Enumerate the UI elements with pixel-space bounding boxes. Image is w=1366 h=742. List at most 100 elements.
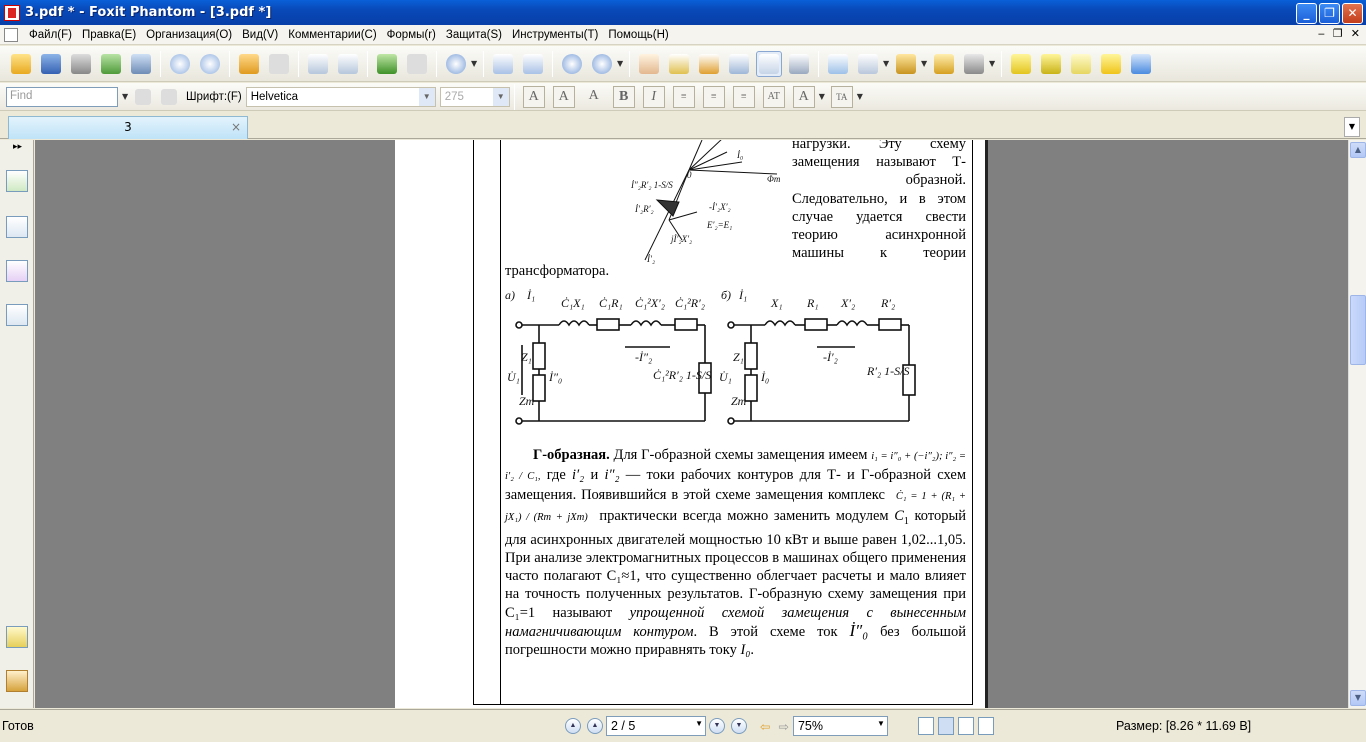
prev-page-icon[interactable]	[167, 51, 193, 77]
menu-edit[interactable]: Правка(E)	[77, 29, 141, 41]
edit-dropdown-icon[interactable]: ▼	[883, 59, 891, 68]
align-center-icon[interactable]: ≡	[702, 85, 725, 108]
rectangle-tool-icon[interactable]	[825, 51, 851, 77]
stamp-dropdown-icon[interactable]: ▼	[921, 59, 929, 68]
text-color-icon[interactable]: A	[522, 85, 545, 108]
close-button[interactable]: ✕	[1342, 3, 1363, 24]
save-icon[interactable]	[38, 51, 64, 77]
text-style-icon[interactable]: A	[583, 86, 605, 108]
scan-icon[interactable]	[128, 51, 154, 77]
doc-close-icon[interactable]: ✕	[1351, 27, 1360, 40]
zoom-tool-icon[interactable]	[443, 51, 469, 77]
note-icon[interactable]	[1098, 51, 1124, 77]
insert-page-icon[interactable]	[305, 51, 331, 77]
find-next-icon[interactable]	[158, 84, 180, 110]
continuous-view-icon[interactable]	[937, 717, 954, 735]
extract-page-icon[interactable]	[335, 51, 361, 77]
find-tool-icon[interactable]	[726, 51, 752, 77]
font-select[interactable]: Helvetica ▼	[245, 86, 436, 107]
last-page-icon[interactable]: ▼	[731, 718, 747, 734]
arrow-tool-icon[interactable]	[1128, 51, 1154, 77]
sign-icon[interactable]	[931, 51, 957, 77]
expand-panel-icon[interactable]: ▸▸	[13, 142, 22, 152]
maximize-button[interactable]: ❐	[1319, 3, 1340, 24]
text-bg-icon[interactable]: A	[552, 85, 575, 108]
stamp-icon[interactable]	[893, 51, 919, 77]
scroll-up-icon[interactable]: ▲	[1350, 142, 1366, 158]
line-spacing-dropdown-icon[interactable]: ▼	[857, 92, 865, 101]
tab-close-icon[interactable]: ×	[231, 117, 241, 137]
italic-icon[interactable]: I	[642, 85, 665, 108]
back-icon[interactable]	[236, 51, 262, 77]
typewriter-icon[interactable]	[756, 50, 782, 77]
find-input[interactable]: Find	[6, 86, 118, 107]
document-menu-icon[interactable]	[4, 27, 18, 42]
single-page-view-icon[interactable]	[917, 717, 934, 735]
menu-tools[interactable]: Инструменты(T)	[507, 29, 603, 41]
comments-icon[interactable]	[6, 626, 28, 648]
print-icon[interactable]	[68, 51, 94, 77]
facing-view-icon[interactable]	[957, 717, 974, 735]
menu-help[interactable]: Помощь(H)	[603, 29, 673, 41]
font-scale-dropdown-icon[interactable]: ▼	[819, 92, 827, 101]
font-size-select[interactable]: 275 ▼	[439, 86, 510, 107]
scroll-down-icon[interactable]: ▼	[1350, 690, 1366, 706]
menu-forms[interactable]: Формы(r)	[382, 29, 441, 41]
attachments-icon[interactable]	[6, 670, 28, 692]
email-icon[interactable]	[98, 51, 124, 77]
menu-comments[interactable]: Комментарии(C)	[283, 29, 381, 41]
history-back-icon[interactable]: ⇦	[760, 719, 770, 734]
menu-file[interactable]: Файл(F)	[24, 29, 77, 41]
highlight-icon[interactable]	[1008, 51, 1034, 77]
doc-minimize-icon[interactable]: ‒	[1318, 27, 1325, 40]
security-dropdown-icon[interactable]: ▼	[989, 59, 997, 68]
zoom-out-icon[interactable]	[559, 51, 585, 77]
prev-page-nav-icon[interactable]: ▲	[587, 718, 603, 734]
continuous-facing-view-icon[interactable]	[977, 717, 994, 735]
font-scale-icon[interactable]: A	[792, 85, 815, 108]
snapshot-icon[interactable]	[786, 51, 812, 77]
redo-icon[interactable]	[404, 51, 430, 77]
undo-icon[interactable]	[374, 51, 400, 77]
bold-icon[interactable]: B	[612, 85, 635, 108]
bookmarks-icon[interactable]	[6, 170, 28, 192]
next-page-icon[interactable]	[197, 51, 223, 77]
foxit-app-icon[interactable]	[4, 4, 20, 21]
layers-icon[interactable]	[6, 260, 28, 282]
forward-icon[interactable]	[266, 51, 292, 77]
minimize-button[interactable]: _	[1296, 3, 1317, 24]
char-spacing-icon[interactable]: AT	[762, 85, 785, 108]
menu-protect[interactable]: Защита(S)	[441, 29, 507, 41]
document-view[interactable]: İ₀ Φm 0 İ″₂R′₂ 1-S/S İ′₂R′₂ -İ′₂X′₂ E′₂=…	[35, 140, 1348, 708]
find-dropdown-icon[interactable]: ▼	[122, 92, 130, 101]
menu-view[interactable]: Вид(V)	[237, 29, 283, 41]
signatures-icon[interactable]	[6, 304, 28, 326]
page-number-input[interactable]: 2 / 5 ▼	[606, 716, 706, 736]
zoom-select[interactable]: 75% ▼	[792, 716, 888, 736]
next-page-nav-icon[interactable]: ▼	[709, 718, 725, 734]
menu-organize[interactable]: Организация(O)	[141, 29, 237, 41]
edit-content-icon[interactable]	[855, 51, 881, 77]
select-tool-icon[interactable]	[696, 51, 722, 77]
history-forward-icon[interactable]: ⇨	[778, 719, 788, 734]
select-text-icon[interactable]	[666, 51, 692, 77]
vertical-scrollbar[interactable]: ▲ ▼	[1348, 140, 1366, 708]
open-icon[interactable]	[8, 51, 34, 77]
lock-icon[interactable]	[961, 51, 987, 77]
align-left-icon[interactable]: ≡	[672, 85, 695, 108]
scroll-thumb[interactable]	[1350, 295, 1366, 365]
pages-icon[interactable]	[6, 216, 28, 238]
align-right-icon[interactable]: ≡	[732, 85, 755, 108]
checkmark-icon[interactable]	[1038, 51, 1064, 77]
zoom-level-dropdown-icon[interactable]: ▼	[617, 59, 625, 68]
fit-width-icon[interactable]	[520, 51, 546, 77]
fit-page-icon[interactable]	[490, 51, 516, 77]
textbox-icon[interactable]	[1068, 51, 1094, 77]
doc-restore-icon[interactable]: ❐	[1333, 27, 1343, 40]
zoom-in-icon[interactable]	[589, 51, 615, 77]
zoom-dropdown-icon[interactable]: ▼	[471, 59, 479, 68]
line-spacing-icon[interactable]: TA	[830, 85, 853, 108]
find-prev-icon[interactable]	[132, 84, 154, 110]
tab-list-dropdown-icon[interactable]: ▼	[1344, 117, 1360, 137]
hand-tool-icon[interactable]	[636, 51, 662, 77]
